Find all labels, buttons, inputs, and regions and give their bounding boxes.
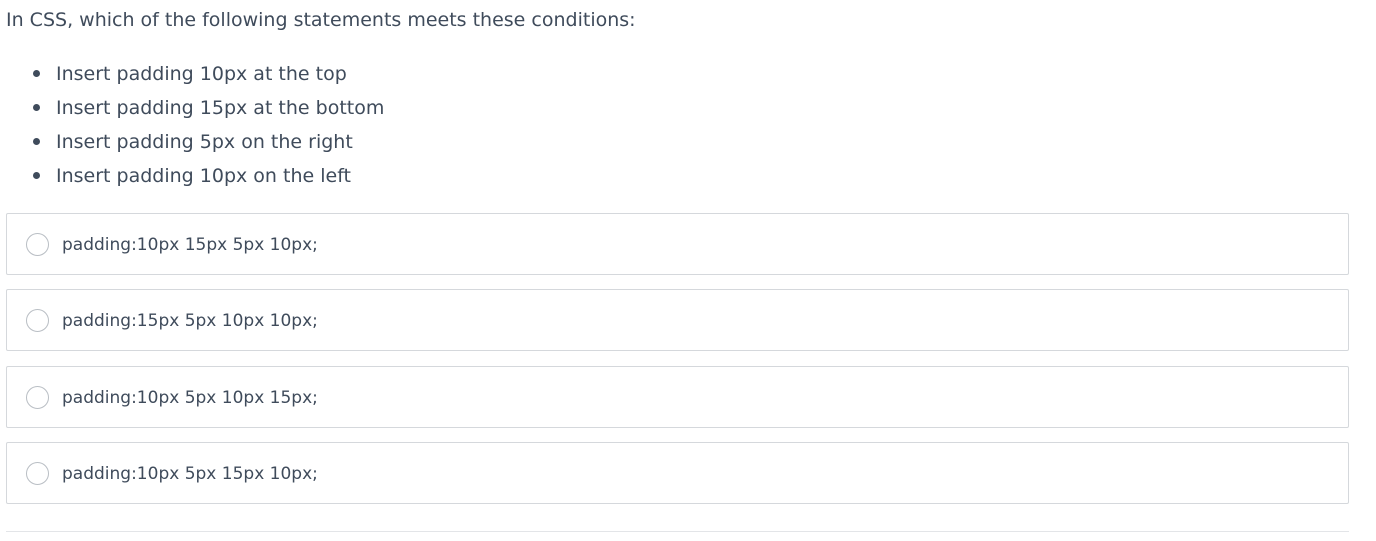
answer-option-1[interactable]: padding:10px 15px 5px 10px;	[6, 213, 1349, 275]
bullet-icon	[33, 104, 40, 111]
condition-item: Insert padding 15px at the bottom	[0, 94, 384, 128]
radio-button[interactable]	[26, 233, 49, 256]
answer-option-4[interactable]: padding:10px 5px 15px 10px;	[6, 442, 1349, 504]
answer-option-label: padding:10px 15px 5px 10px;	[62, 235, 318, 255]
condition-item: Insert padding 10px on the left	[0, 162, 384, 196]
condition-item: Insert padding 5px on the right	[0, 128, 384, 162]
bullet-icon	[33, 138, 40, 145]
answer-option-2[interactable]: padding:15px 5px 10px 10px;	[6, 289, 1349, 351]
condition-text: Insert padding 10px on the left	[56, 165, 352, 187]
question-text: In CSS, which of the following statement…	[6, 9, 636, 31]
condition-text: Insert padding 10px at the top	[56, 63, 347, 85]
answer-option-label: padding:10px 5px 10px 15px;	[62, 388, 318, 408]
radio-button[interactable]	[26, 386, 49, 409]
condition-text: Insert padding 5px on the right	[56, 131, 353, 153]
divider	[6, 531, 1349, 532]
radio-button[interactable]	[26, 462, 49, 485]
condition-text: Insert padding 15px at the bottom	[56, 97, 385, 119]
conditions-list: Insert padding 10px at the top Insert pa…	[0, 60, 384, 196]
answer-option-3[interactable]: padding:10px 5px 10px 15px;	[6, 366, 1349, 428]
radio-button[interactable]	[26, 309, 49, 332]
answer-option-label: padding:10px 5px 15px 10px;	[62, 464, 318, 484]
condition-item: Insert padding 10px at the top	[0, 60, 384, 94]
quiz-question-panel: In CSS, which of the following statement…	[0, 0, 1376, 541]
bullet-icon	[33, 172, 40, 179]
answer-option-label: padding:15px 5px 10px 10px;	[62, 311, 318, 331]
bullet-icon	[33, 70, 40, 77]
